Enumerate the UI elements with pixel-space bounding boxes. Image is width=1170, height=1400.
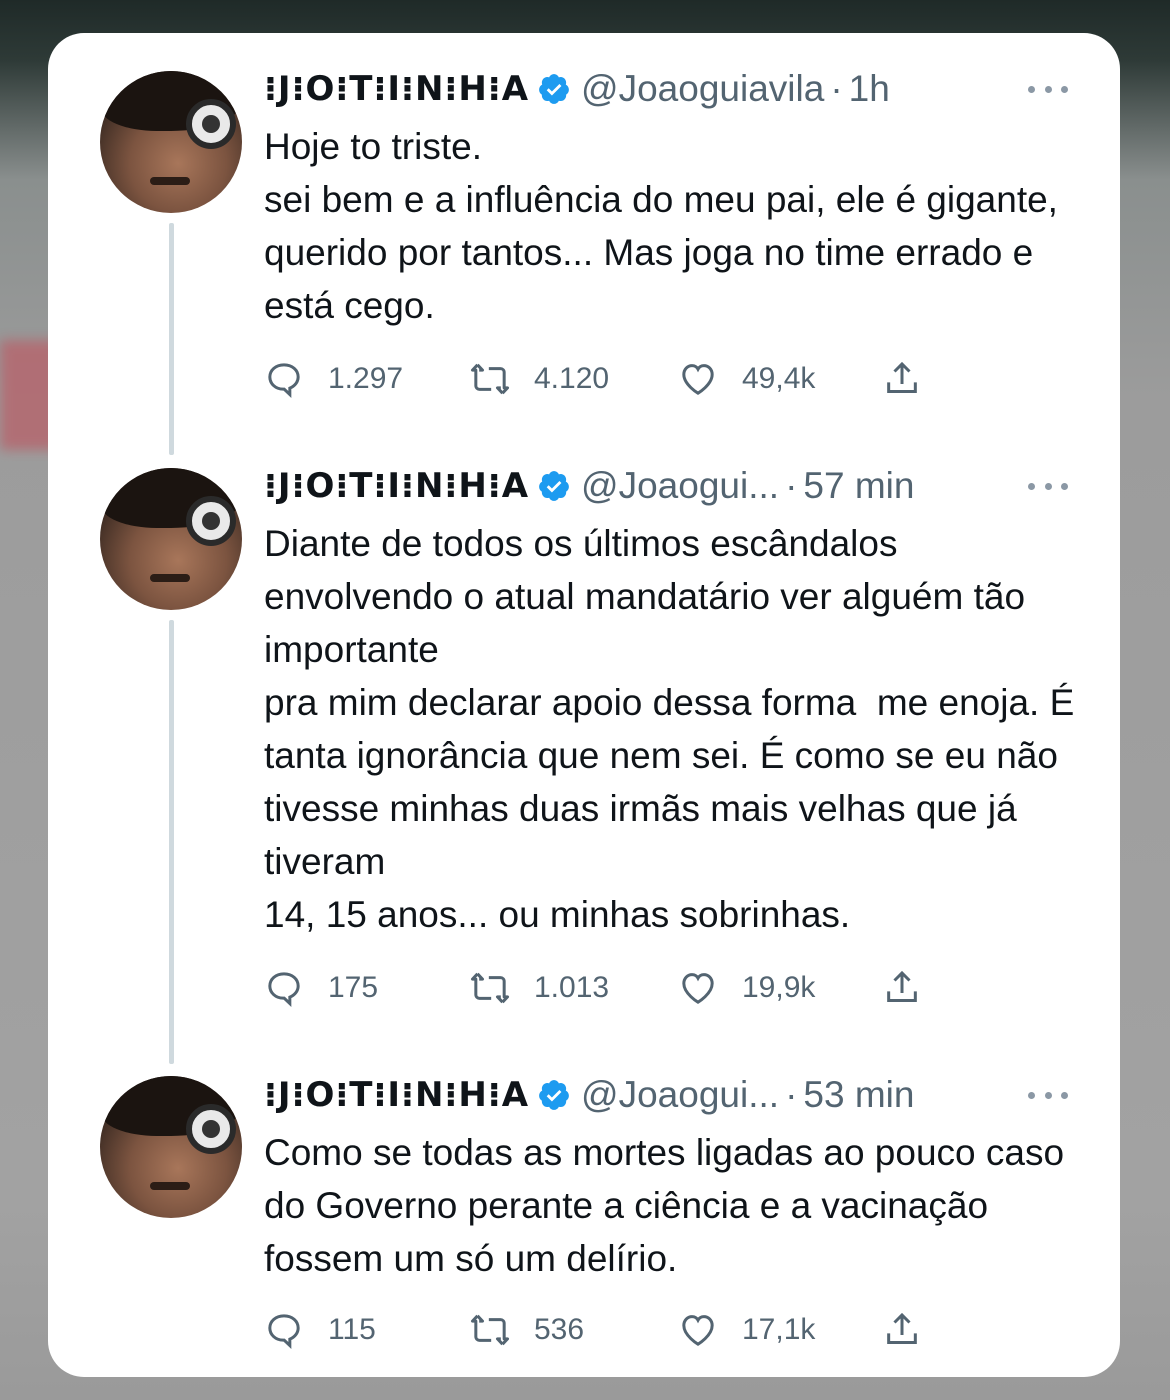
- reply-button[interactable]: 115: [264, 1308, 376, 1352]
- tweet-header: ⁝J⁝O⁝T⁝I⁝N⁝H⁝A @Joaogui... · 53 min: [264, 1072, 914, 1118]
- reply-count: 115: [328, 1313, 376, 1346]
- like-button[interactable]: 49,4k: [678, 357, 815, 401]
- retweet-button[interactable]: 1.013: [470, 966, 609, 1010]
- share-button[interactable]: [882, 357, 922, 401]
- tweet-thread-card: ⁝J⁝O⁝T⁝I⁝N⁝H⁝A @Joaoguiavila · 1h Hoje t…: [48, 33, 1120, 1377]
- share-button[interactable]: [882, 1308, 922, 1352]
- separator: ·: [785, 1074, 798, 1115]
- retweet-icon: [471, 363, 509, 395]
- avatar[interactable]: [100, 468, 242, 610]
- reply-button[interactable]: 1.297: [264, 357, 403, 401]
- reply-icon: [268, 363, 300, 398]
- like-button[interactable]: 17,1k: [678, 1308, 815, 1352]
- display-name[interactable]: ⁝J⁝O⁝T⁝I⁝N⁝H⁝A: [264, 69, 529, 109]
- handle[interactable]: @Joaoguiavila: [581, 68, 824, 110]
- share-button[interactable]: [882, 966, 922, 1010]
- retweet-count: 4.120: [534, 362, 610, 395]
- retweet-count: 1.013: [534, 971, 610, 1004]
- thread-line: [169, 223, 174, 455]
- separator: ·: [830, 68, 843, 109]
- tweet-header: ⁝J⁝O⁝T⁝I⁝N⁝H⁝A @Joaogui... · 57 min: [264, 463, 914, 509]
- tweet-text: Como se todas as mortes ligadas ao pouco…: [264, 1132, 1075, 1279]
- share-icon: [887, 1312, 917, 1344]
- tweet-text: Hoje to triste. sei bem e a influência d…: [264, 126, 1058, 326]
- reply-count: 1.297: [328, 362, 404, 395]
- heart-icon: [682, 1315, 714, 1346]
- tweet-text: Diante de todos os últimos escândalos en…: [264, 523, 1075, 935]
- thread-line: [169, 620, 174, 1064]
- verified-badge-icon: [539, 471, 569, 501]
- like-count: 49,4k: [742, 362, 816, 395]
- more-options-icon[interactable]: [1028, 86, 1068, 93]
- handle[interactable]: @Joaogui...: [581, 1074, 779, 1116]
- retweet-icon: [471, 1314, 509, 1346]
- display-name[interactable]: ⁝J⁝O⁝T⁝I⁝N⁝H⁝A: [264, 1075, 529, 1115]
- timestamp[interactable]: 57 min: [803, 465, 914, 507]
- timestamp[interactable]: 53 min: [803, 1074, 914, 1116]
- heart-icon: [682, 973, 714, 1004]
- retweet-button[interactable]: 4.120: [470, 357, 609, 401]
- like-button[interactable]: 19,9k: [678, 966, 815, 1010]
- verified-badge-icon: [539, 1080, 569, 1110]
- tweet-actions: 1.297 4.120 49,4k: [264, 357, 1064, 401]
- retweet-button[interactable]: 536: [470, 1308, 584, 1352]
- heart-icon: [682, 364, 714, 395]
- separator: ·: [785, 465, 798, 506]
- handle[interactable]: @Joaogui...: [581, 465, 779, 507]
- more-options-icon[interactable]: [1028, 1092, 1068, 1099]
- more-options-icon[interactable]: [1028, 483, 1068, 490]
- reply-icon: [268, 1314, 300, 1349]
- tweet-actions: 115 536 17,1k: [264, 1308, 1064, 1352]
- reply-icon: [268, 972, 300, 1007]
- display-name[interactable]: ⁝J⁝O⁝T⁝I⁝N⁝H⁝A: [264, 466, 529, 506]
- avatar[interactable]: [100, 71, 242, 213]
- share-icon: [887, 361, 917, 393]
- reply-button[interactable]: 175: [264, 966, 378, 1010]
- tweet-actions: 175 1.013 19,9k: [264, 966, 1064, 1010]
- timestamp[interactable]: 1h: [849, 68, 890, 110]
- retweet-count: 536: [534, 1313, 585, 1346]
- avatar[interactable]: [100, 1076, 242, 1218]
- reply-count: 175: [328, 971, 379, 1004]
- like-count: 17,1k: [742, 1313, 816, 1346]
- share-icon: [887, 970, 917, 1002]
- like-count: 19,9k: [742, 971, 816, 1004]
- tweet-header: ⁝J⁝O⁝T⁝I⁝N⁝H⁝A @Joaoguiavila · 1h: [264, 66, 890, 112]
- retweet-icon: [471, 972, 509, 1004]
- verified-badge-icon: [539, 74, 569, 104]
